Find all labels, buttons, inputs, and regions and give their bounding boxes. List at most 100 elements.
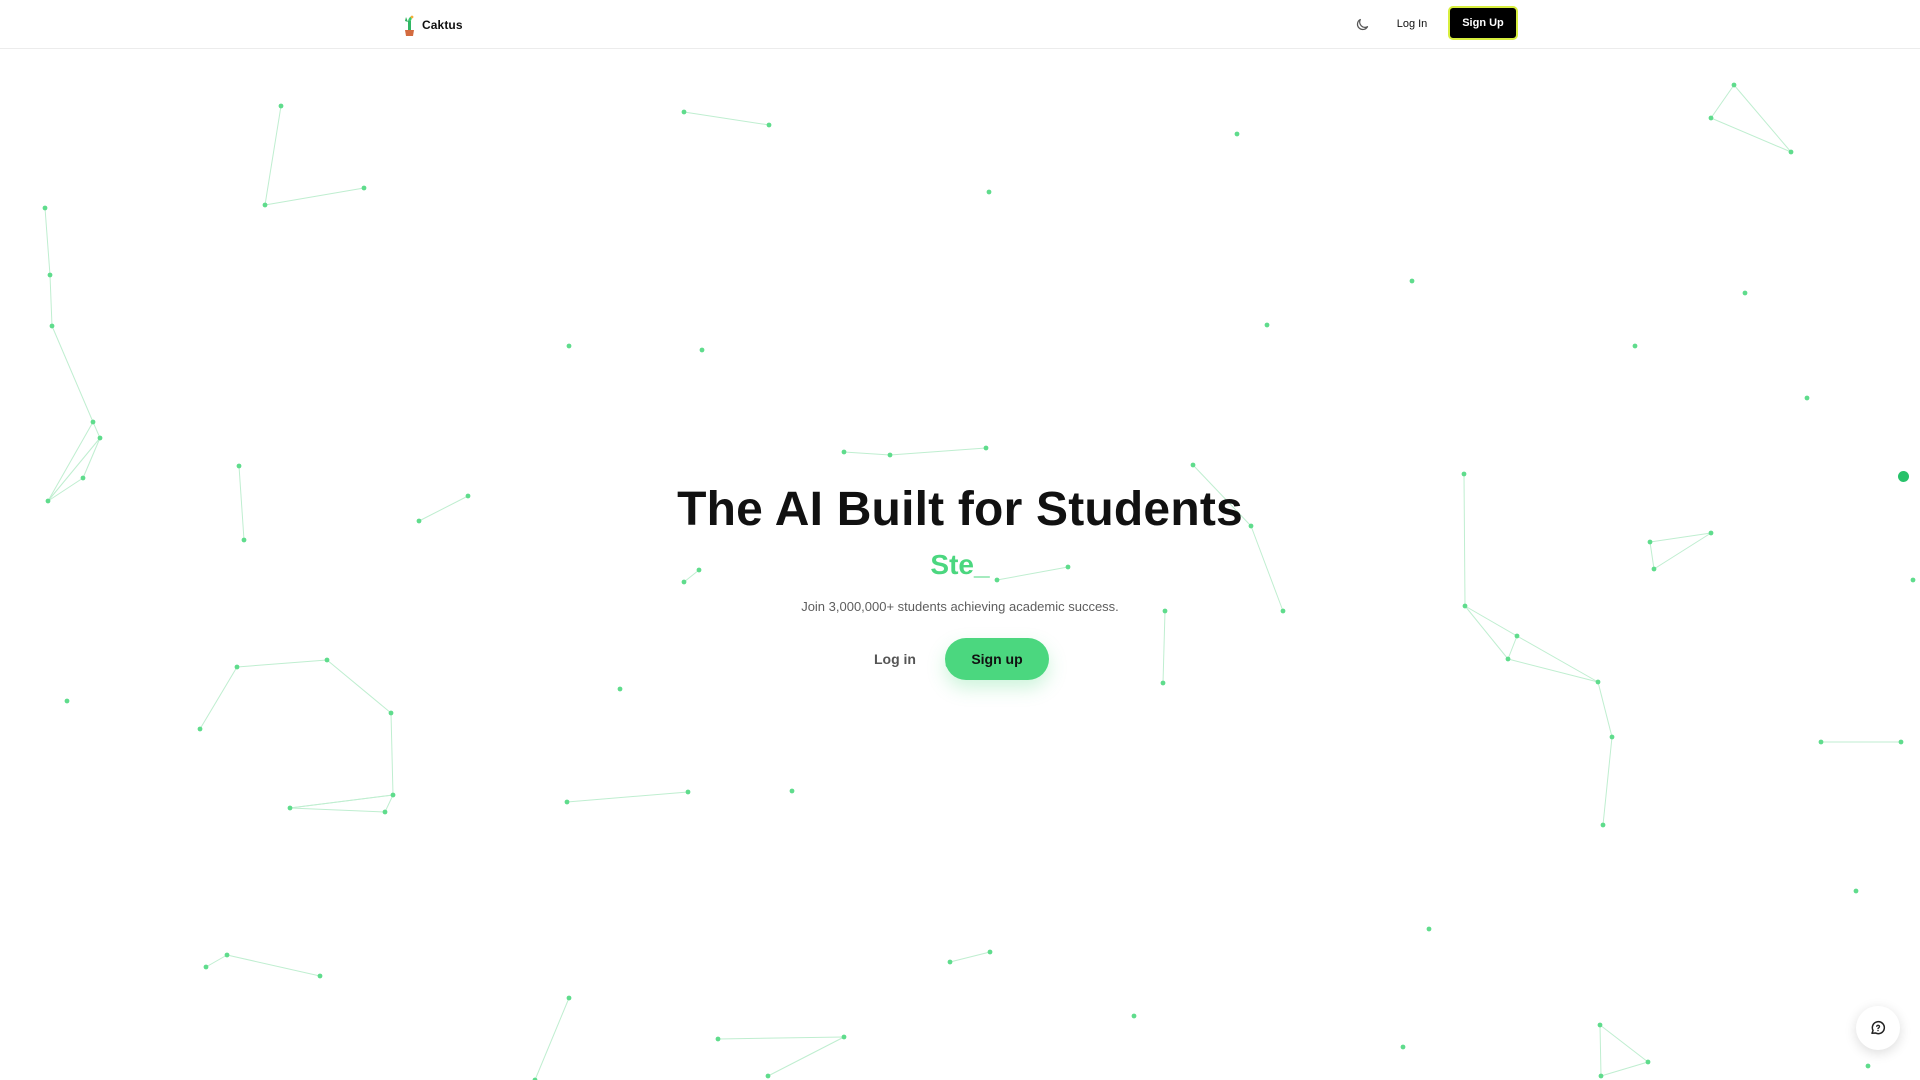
constellation-line — [1710, 84, 1735, 119]
constellation-node — [1804, 395, 1810, 401]
constellation-line — [1649, 541, 1655, 570]
constellation-node — [1708, 115, 1714, 121]
constellation-node — [685, 789, 691, 795]
constellation-line — [384, 794, 394, 813]
hero-title: The AI Built for Students — [677, 483, 1243, 536]
constellation-node — [1400, 1044, 1406, 1050]
constellation-line — [1602, 736, 1613, 826]
constellation-node — [197, 726, 203, 732]
header-login-button[interactable]: Log In — [1388, 13, 1436, 35]
constellation-line — [1600, 1061, 1649, 1077]
constellation-node — [766, 122, 772, 128]
constellation-node — [49, 323, 55, 329]
constellation-node — [1600, 822, 1606, 828]
constellation-line — [326, 659, 392, 714]
constellation-node — [1898, 739, 1904, 745]
constellation-line — [767, 1036, 845, 1077]
constellation-line — [1710, 117, 1792, 153]
hero-section: The AI Built for Students Ste_ Join 3,00… — [560, 478, 1360, 680]
constellation-node — [465, 493, 471, 499]
constellation-line — [1464, 605, 1518, 637]
constellation-line — [47, 477, 84, 502]
constellation-node — [1514, 633, 1520, 639]
constellation-node — [1651, 566, 1657, 572]
constellation-node — [681, 109, 687, 115]
constellation-node — [1190, 462, 1196, 468]
constellation-node — [841, 1034, 847, 1040]
constellation-node — [1609, 734, 1615, 740]
constellation-line — [264, 105, 282, 206]
constellation-node — [97, 435, 103, 441]
constellation-node — [42, 205, 48, 211]
constellation-node — [887, 452, 893, 458]
constellation-node — [1647, 539, 1653, 545]
constellation-line — [418, 495, 469, 522]
constellation-line — [534, 997, 570, 1080]
constellation-line — [1599, 1024, 1649, 1063]
constellation-node — [1632, 343, 1638, 349]
constellation-line — [889, 447, 987, 456]
constellation-node — [241, 537, 247, 543]
constellation-node — [388, 710, 394, 716]
constellation-node — [1731, 82, 1737, 88]
moon-icon — [1356, 18, 1368, 30]
constellation-line — [1599, 1024, 1602, 1077]
theme-toggle-button[interactable] — [1350, 13, 1374, 35]
constellation-line — [226, 954, 321, 977]
constellation-node — [390, 792, 396, 798]
constellation-node — [1595, 679, 1601, 685]
constellation-node — [1853, 888, 1859, 894]
constellation-line — [205, 954, 228, 968]
brand-home-link[interactable]: Caktus — [400, 12, 463, 38]
constellation-line — [289, 794, 394, 809]
header-signup-button[interactable]: Sign Up — [1448, 6, 1518, 40]
constellation-node — [1131, 1013, 1137, 1019]
constellation-line — [1649, 532, 1712, 543]
constellation-node — [203, 964, 209, 970]
constellation-line — [717, 1036, 845, 1040]
chat-help-button[interactable] — [1856, 1006, 1900, 1050]
constellation-node — [287, 805, 293, 811]
hero-actions: Log in Sign up — [560, 638, 1360, 680]
constellation-line — [949, 951, 991, 963]
constellation-node — [234, 664, 240, 670]
status-indicator-dot — [1898, 471, 1909, 482]
constellation-node — [324, 657, 330, 663]
constellation-line — [390, 712, 394, 796]
constellation-node — [1865, 1063, 1871, 1069]
constellation-node — [1788, 149, 1794, 155]
constellation-line — [1653, 532, 1712, 570]
constellation-line — [238, 465, 245, 541]
constellation-line — [49, 274, 53, 327]
typewriter-text: Ste_ — [930, 549, 990, 580]
constellation-line — [44, 207, 51, 276]
constellation-node — [1818, 739, 1824, 745]
constellation-line — [289, 794, 394, 809]
constellation-node — [699, 347, 705, 353]
constellation-line — [47, 437, 101, 502]
constellation-node — [765, 1073, 771, 1079]
constellation-line — [1516, 635, 1599, 683]
constellation-line — [843, 451, 891, 456]
constellation-node — [64, 698, 70, 704]
constellation-line — [1507, 658, 1599, 683]
constellation-node — [1234, 131, 1240, 137]
constellation-node — [90, 419, 96, 425]
constellation-node — [382, 809, 388, 815]
constellation-node — [1708, 530, 1714, 536]
cactus-logo-icon — [405, 15, 414, 36]
constellation-node — [1910, 577, 1916, 583]
constellation-node — [45, 498, 51, 504]
landing-page: Caktus Log In Sign Up The AI Built for S… — [0, 0, 1920, 1080]
hero-login-button[interactable]: Log in — [871, 651, 919, 667]
constellation-line — [1463, 473, 1466, 607]
constellation-node — [1160, 680, 1166, 686]
constellation-line — [1464, 605, 1509, 660]
constellation-line — [683, 111, 770, 126]
constellation-line — [1733, 84, 1792, 153]
constellation-line — [566, 791, 689, 803]
constellation-node — [1505, 656, 1511, 662]
top-navigation: Caktus Log In Sign Up — [0, 0, 1920, 49]
constellation-node — [617, 686, 623, 692]
hero-signup-button[interactable]: Sign up — [945, 638, 1049, 680]
